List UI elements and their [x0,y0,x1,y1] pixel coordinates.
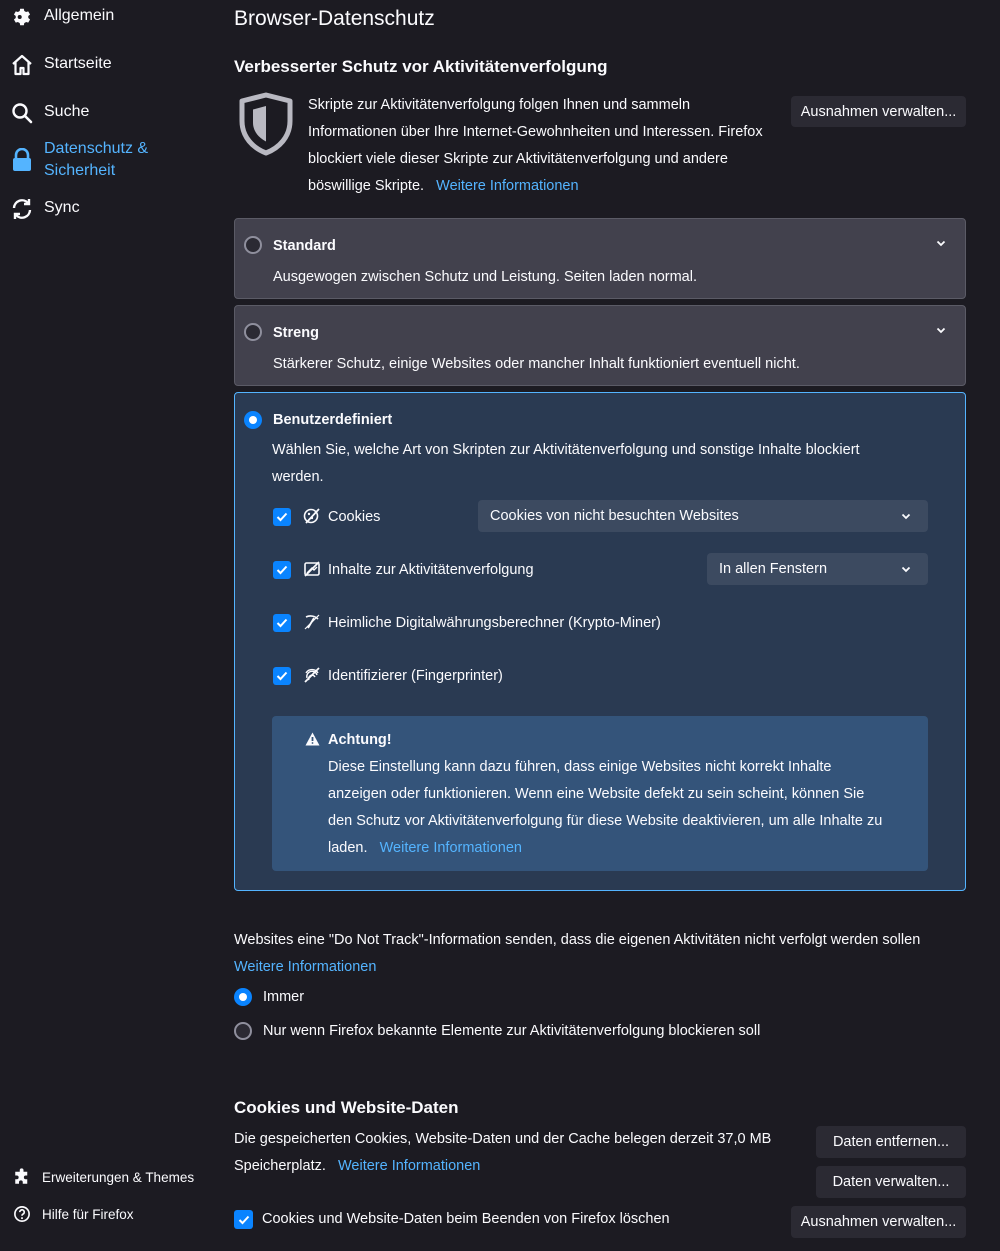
etp-desc-line: böswillige Skripte. [308,178,425,194]
cryptominer-checkbox[interactable] [273,614,291,632]
sidebar-item-home[interactable]: Startseite [10,53,112,77]
dnt-text: Websites eine "Do Not Track"-Information… [234,927,974,981]
gear-icon [10,5,34,29]
dnt-description: Websites eine "Do Not Track"-Information… [234,932,921,948]
delete-on-close-label: Cookies und Website-Daten beim Beenden v… [262,1211,670,1227]
fingerprinter-option-label: Identifizierer (Fingerprinter) [328,668,503,684]
warning-line: Diese Einstellung kann dazu führen, dass… [328,759,832,775]
etp-desc-line: Skripte zur Aktivitätenverfolgung folgen… [308,97,691,113]
sidebar-item-search[interactable]: Suche [10,101,89,125]
cookie-icon [303,507,321,529]
custom-description: Wählen Sie, welche Art von Skripten zur … [272,437,860,491]
sidebar-item-sync[interactable]: Sync [10,197,80,221]
lock-icon [10,148,34,172]
standard-label: Standard [273,238,336,254]
cookies-select-value: Cookies von nicht besuchten Websites [490,508,739,524]
cookies-exceptions-button[interactable]: Ausnahmen verwalten... [791,1206,966,1238]
sidebar-item-label: Sync [44,199,80,216]
tracking-content-select[interactable]: In allen Fenstern [707,553,928,585]
sidebar-item-privacy[interactable]: Datenschutz & Sicherheit [10,138,148,182]
warning-learn-more-link[interactable]: Weitere Informationen [380,840,522,856]
help-icon [12,1204,32,1224]
fingerprinter-checkbox[interactable] [273,667,291,685]
sidebar-help[interactable]: Hilfe für Firefox [12,1204,134,1224]
sidebar-item-general[interactable]: Allgemein [10,5,114,29]
chevron-down-icon [900,510,912,526]
standard-radio[interactable] [244,236,262,254]
etp-desc-last-line: böswillige Skripte. Weitere Informatione… [308,173,788,200]
cookies-option-label: Cookies [328,509,381,525]
warning-box: Achtung! Diese Einstellung kann dazu füh… [272,716,928,871]
cookies-select[interactable]: Cookies von nicht besuchten Websites [478,500,928,532]
sidebar-item-label-line2: Sicherheit [44,162,116,179]
etp-custom-card[interactable]: Benutzerdefiniert Wählen Sie, welche Art… [234,392,966,891]
sidebar-item-label: Suche [44,103,90,120]
warning-icon [305,732,320,750]
etp-description: Skripte zur Aktivitätenverfolgung folgen… [308,92,788,200]
warning-line: anzeigen oder funktionieren. Wenn eine W… [328,786,865,802]
puzzle-icon [12,1167,32,1187]
custom-label: Benutzerdefiniert [273,412,393,428]
strict-radio[interactable] [244,323,262,341]
warning-line: den Schutz vor Aktivitätenverfolgung für… [328,813,883,829]
cookies-data-heading: Cookies und Website-Daten [234,1098,459,1117]
etp-strict-card[interactable]: Streng Stärkerer Schutz, einige Websites… [234,305,966,386]
etp-desc-line: blockiert viele dieser Skripte zur Aktiv… [308,151,728,167]
cookies-checkbox[interactable] [273,508,291,526]
dnt-only-when-label: Nur wenn Firefox bekannte Elemente zur A… [263,1023,761,1039]
chevron-down-icon[interactable] [935,237,949,251]
custom-desc-line: werden. [272,469,324,485]
warning-text: Diese Einstellung kann dazu führen, dass… [328,754,918,862]
dnt-always-label: Immer [263,989,305,1005]
etp-learn-more-link[interactable]: Weitere Informationen [436,178,578,194]
warning-last-line: laden. Weitere Informationen [328,835,918,862]
etp-heading: Verbesserter Schutz vor Aktivitätenverfo… [234,57,608,76]
tracking-content-icon [303,560,321,582]
warning-line: laden. [328,840,368,856]
strict-description: Stärkerer Schutz, einige Websites oder m… [273,356,800,372]
warning-title: Achtung! [328,732,392,748]
cookies-data-line: Speicherplatz. [234,1158,326,1174]
cookies-data-last-line: Speicherplatz. Weitere Informationen [234,1153,794,1180]
dnt-always-radio[interactable] [234,988,252,1006]
cookies-data-description: Die gespeicherten Cookies, Website-Daten… [234,1126,794,1180]
tracking-content-select-value: In allen Fenstern [719,561,828,577]
delete-on-close-checkbox[interactable] [234,1210,253,1229]
cryptominer-icon [303,613,321,635]
shield-icon [238,92,294,160]
cryptominer-option-label: Heimliche Digitalwährungsberechner (Kryp… [328,615,661,631]
fingerprint-icon [303,666,321,688]
cookies-data-line: Die gespeicherten Cookies, Website-Daten… [234,1131,772,1147]
standard-description: Ausgewogen zwischen Schutz und Leistung.… [273,269,697,285]
tracking-content-checkbox[interactable] [273,561,291,579]
home-icon [10,53,34,77]
sidebar-item-label: Datenschutz & [44,140,149,157]
search-icon [10,101,34,125]
sidebar-item-label: Allgemein [44,7,115,24]
sidebar-item-label: Startseite [44,55,112,72]
dnt-only-when-radio[interactable] [234,1022,252,1040]
tracking-content-option-label: Inhalte zur Aktivitätenverfolgung [328,562,534,578]
sidebar-extensions-themes[interactable]: Erweiterungen & Themes [12,1167,194,1187]
chevron-down-icon [900,563,912,579]
page-title: Browser-Datenschutz [234,7,435,30]
dnt-learn-more-link[interactable]: Weitere Informationen [234,954,376,981]
etp-desc-line: Informationen über Ihre Internet-Gewohnh… [308,124,763,140]
clear-data-button[interactable]: Daten entfernen... [816,1126,966,1158]
footer-label: Hilfe für Firefox [42,1206,134,1222]
etp-exceptions-button[interactable]: Ausnahmen verwalten... [791,96,966,127]
footer-label: Erweiterungen & Themes [42,1169,195,1185]
chevron-down-icon[interactable] [935,324,949,338]
strict-label: Streng [273,325,319,341]
cookies-data-learn-more-link[interactable]: Weitere Informationen [338,1158,480,1174]
etp-standard-card[interactable]: Standard Ausgewogen zwischen Schutz und … [234,218,966,299]
manage-data-button[interactable]: Daten verwalten... [816,1166,966,1198]
custom-desc-line: Wählen Sie, welche Art von Skripten zur … [272,442,860,458]
sidebar-item-label-group: Datenschutz & Sicherheit [44,138,148,182]
custom-radio[interactable] [244,411,262,429]
sync-icon [10,197,34,221]
